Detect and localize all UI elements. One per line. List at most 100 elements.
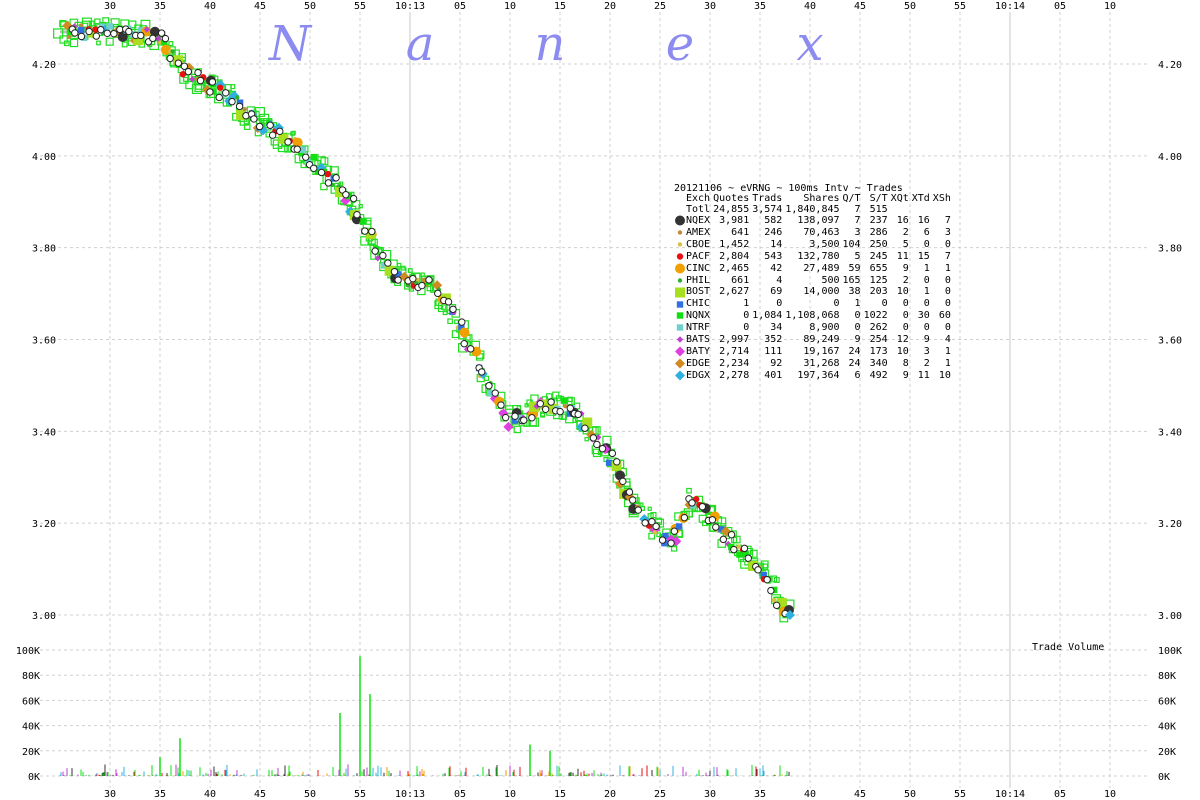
stats-cell: 1 [923,286,930,298]
stats-cell: 6 [923,226,930,238]
exchange-marker [674,287,686,299]
stats-cell: 246 [764,226,783,238]
stats-cell: 2,997 [719,334,750,346]
stats-cell: 0 [923,322,930,334]
trade-point [772,601,781,610]
trade-point [276,127,284,136]
stats-cell: 1,108,068 [785,310,840,322]
stats-cell: 8,900 [809,322,840,334]
trade-point [634,506,642,514]
stats-cell: PHIL [686,274,711,286]
x-tick-label: 50 [904,1,916,12]
stats-cell: EDGE [686,357,711,369]
stats-cell: 262 [869,322,888,334]
trade-point [442,310,448,316]
trade-point [235,102,244,111]
trade-point [466,345,475,353]
trade-point [727,530,736,539]
stats-cell: BOST [686,286,711,298]
stats-cell: 125 [869,274,888,286]
price-tick-label: 3.20 [32,519,56,530]
exchange-marker-icon [675,358,685,369]
stats-cell: 5 [902,238,909,250]
volume-tick-label: 20K [22,747,40,758]
trade-point [161,34,170,43]
exchange-marker [674,358,686,370]
stats-cell: 14,000 [803,286,840,298]
stats-cell: 197,364 [797,369,840,381]
stats-cell: 30 [917,310,930,322]
trade-point [459,327,470,338]
trade-point [771,598,777,603]
stats-row: PHIL 661 4 500 165 125 2 0 0 [674,275,954,287]
trade-point [235,95,240,100]
stats-cell: 0 [902,310,909,322]
trade-point [71,29,79,37]
trade-point [680,513,689,522]
exchange-marker [674,227,686,239]
stats-cell: 9 [854,334,861,346]
stats-cell: 500 [821,274,840,286]
trade-point [216,84,224,91]
stats-cell: 111 [764,345,783,357]
exchange-marker [674,370,686,382]
exchange-marker-icon [676,253,684,260]
exchange-marker [674,299,686,311]
stats-cell: 0 [944,322,951,334]
trade-point [584,436,589,442]
stats-cell: CBOE [686,238,711,250]
stats-cell: 0 [743,310,750,322]
stats-cell: 0 [854,322,861,334]
stats-cell [891,205,912,215]
trade-point [686,487,692,494]
trade-point [754,566,762,574]
trade-point [284,138,292,146]
exchange-marker-icon [677,278,683,283]
stats-cell: 3,981 [719,214,750,226]
x-tick-label: 50 [304,789,316,800]
volume-tick-label: 60K [22,696,40,707]
exchange-marker [674,310,686,322]
trade-point [78,26,85,34]
trade-point [77,32,86,41]
trade-point [658,536,667,544]
volume-tick-label: 60K [1158,696,1176,707]
trade-point [677,242,683,247]
trade-point [208,78,217,86]
trade-point [712,523,720,531]
trade-point [206,88,214,96]
exchange-marker-icon [676,336,684,343]
stats-cell: 165 [842,274,861,286]
stats-cell: BATY [686,345,711,357]
trade-point [744,554,752,562]
x-tick-label: 55 [354,789,366,800]
trade-point [613,458,621,466]
x-tick-label: 15 [554,789,566,800]
x-axis-bottom-ticks: 30 35 40 45 50 55 10:13 05 10 15 20 25 30 35 40 45 50 55 1… [104,789,1116,800]
stats-row: BOST 2,627 69 14,000 38 203 10 1 0 [674,287,954,299]
trade-point [302,153,310,161]
stats-row: NQNX 0 1,084 1,108,068 0 1022 0 30 60 [674,310,954,322]
trade-point [478,368,486,376]
stats-row: CINC 2,465 42 27,489 59 655 9 1 1 [674,263,954,275]
x-tick-label: 55 [954,789,966,800]
price-tick-label: 4.00 [1158,152,1182,163]
chart-grid [40,12,1150,788]
exchange-marker-icon [676,300,684,308]
nanex-chart: Nanex 30 35 40 45 50 55 10:13 05 10 15 20 25 30 35 40 4… [16,1,1182,800]
stats-cell: 0 [944,238,951,250]
stats-cell: NQEX [686,214,711,226]
stats-cell: 69 [770,286,783,298]
trade-point [92,32,101,40]
trade-point [396,262,402,268]
trade-point [332,174,340,182]
stats-cell: 0 [923,298,930,310]
trade-point [353,211,361,219]
stats-cell: 1 [944,262,951,274]
trade-point [675,358,685,369]
trade-point [647,506,652,511]
stats-cell: 8 [902,357,909,369]
trade-point [652,530,658,535]
exchange-marker-icon [675,215,685,226]
stats-cell: 0 [743,322,750,334]
